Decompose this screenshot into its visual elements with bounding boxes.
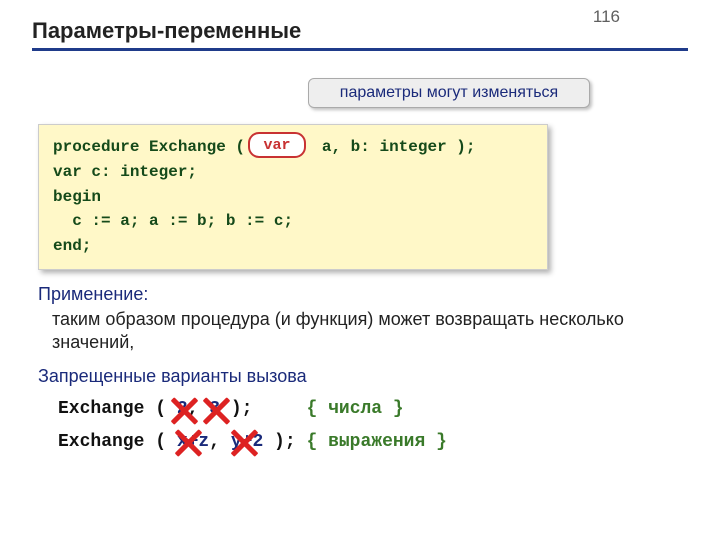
ex2-arg2: y+2 [231, 432, 263, 452]
ex2-comment: { выражения } [306, 432, 446, 452]
code-line-4: c := a; a := b; b := c; [53, 212, 293, 230]
code-line-1-pre: procedure Exchange ( [53, 138, 245, 156]
ex2-call-post: ); [263, 432, 306, 452]
ex1-comment: { числа } [306, 399, 403, 419]
ex1-call-post: ); [220, 399, 306, 419]
code-line-2: var c: integer; [53, 163, 197, 181]
ex1-arg2: 3 [209, 399, 220, 419]
page-number: 116 [593, 7, 620, 27]
ex2-sep1: , [209, 432, 231, 452]
example-line-1: Exchange ( 2, 3 ); { числа } [58, 399, 404, 419]
code-line-5: end; [53, 237, 91, 255]
usage-text: таким образом процедура (и функция) може… [52, 308, 660, 353]
var-keyword: var [263, 137, 290, 154]
callout-bubble: параметры могут изменяться [308, 78, 590, 108]
page-title: Параметры-переменные [32, 18, 301, 44]
forbidden-label: Запрещенные варианты вызова [38, 366, 307, 387]
code-line-3: begin [53, 188, 101, 206]
ex1-sep1: , [188, 399, 210, 419]
callout-text: параметры могут изменяться [340, 84, 558, 102]
ex2-call-pre: Exchange ( [58, 432, 177, 452]
ex2-arg1: x+z [177, 432, 209, 452]
code-line-1-post: a, b: integer ); [312, 138, 475, 156]
title-underline [32, 48, 688, 51]
usage-label: Применение: [38, 284, 148, 305]
ex1-arg1: 2 [177, 399, 188, 419]
ex1-call-pre: Exchange ( [58, 399, 177, 419]
var-highlight-bubble: var [248, 132, 306, 158]
example-line-2: Exchange ( x+z, y+2 ); { выражения } [58, 432, 447, 452]
